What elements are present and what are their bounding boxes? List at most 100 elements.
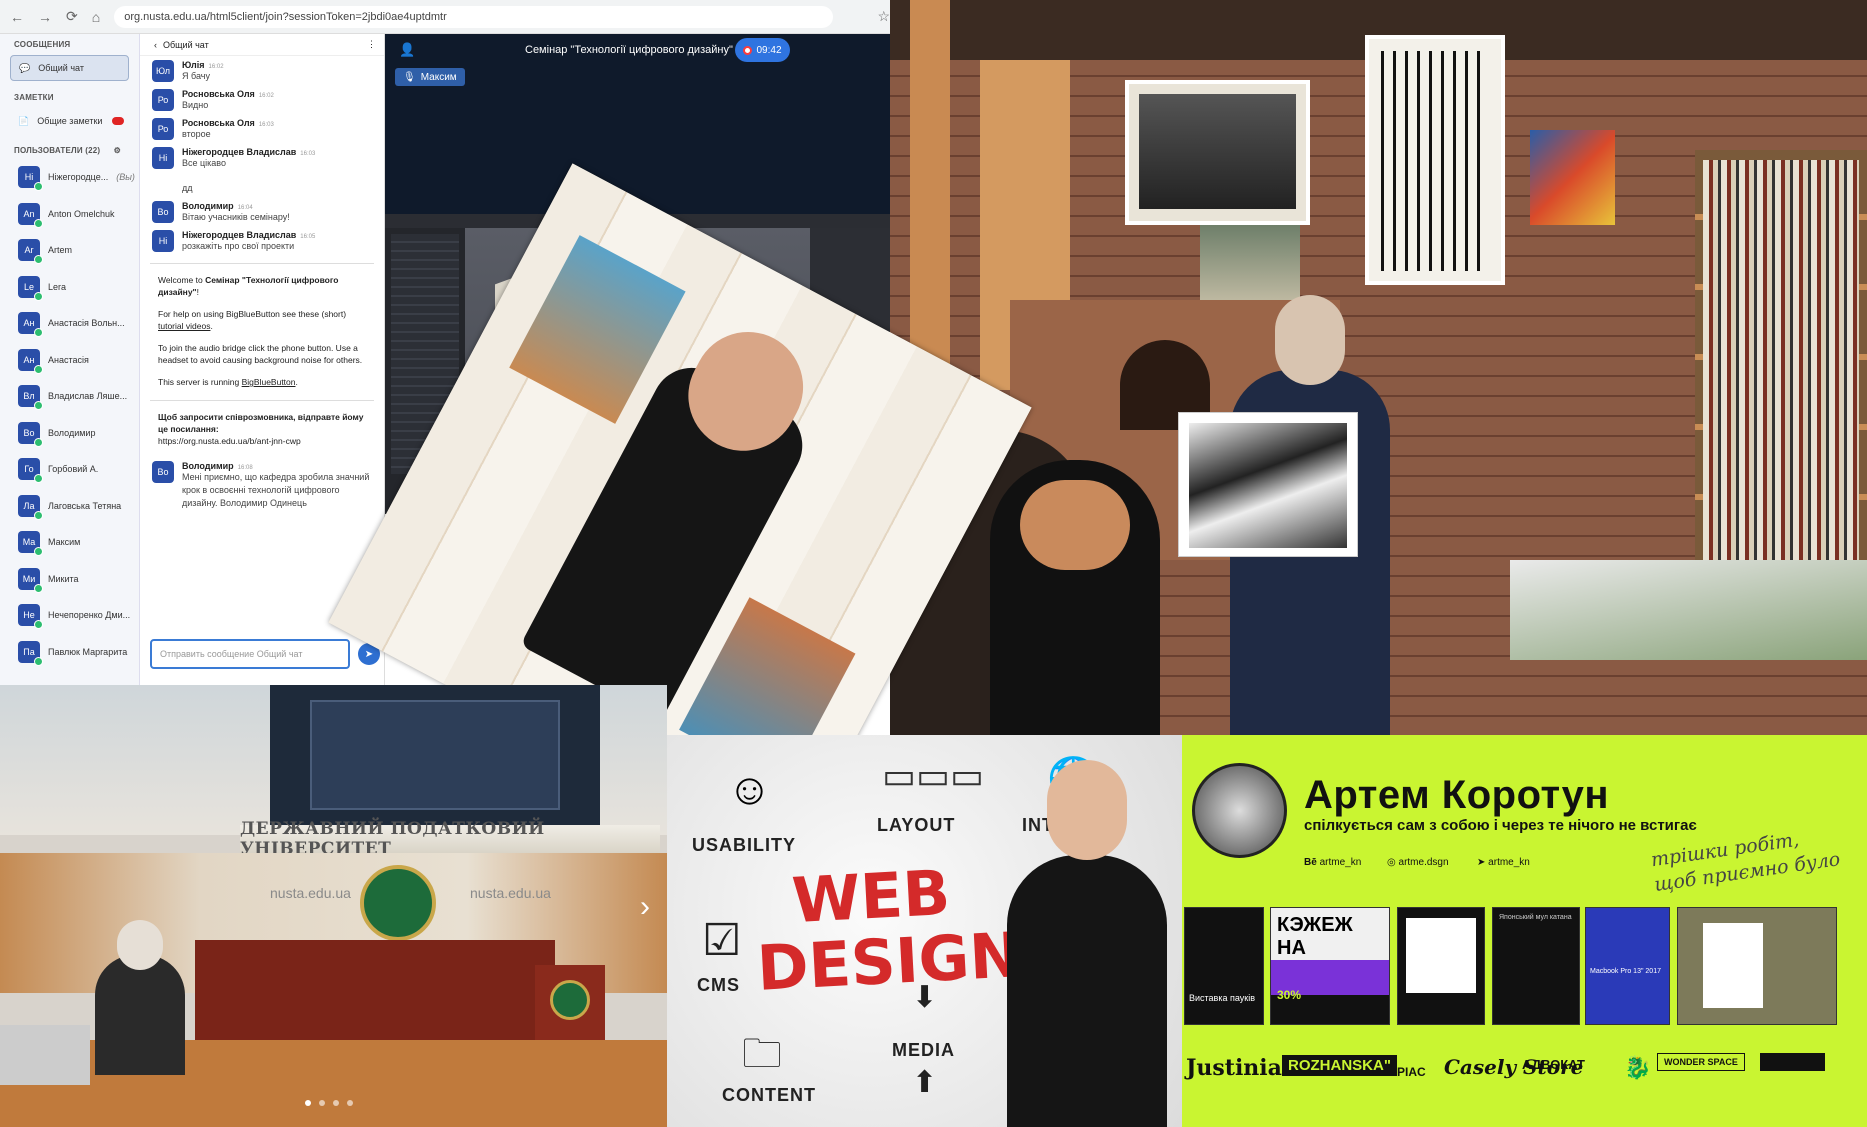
bbb-link[interactable]: BigBlueButton (242, 377, 296, 387)
address-bar[interactable]: org.nusta.edu.ua/html5client/join?sessio… (114, 5, 834, 28)
user-list-item[interactable]: Ні Ніжегородце... (Вы) (0, 159, 139, 196)
user-name: Анастасія (48, 354, 89, 365)
tile-promo: 30% (1277, 988, 1302, 1002)
presidium-table (195, 940, 555, 1050)
painting (1530, 130, 1615, 225)
auditorium-photo: ДЕРЖАВНИЙ ПОДАТКОВИЙ УНІВЕРСИТЕТ nusta.e… (0, 685, 667, 1127)
mic-icon: 🎙 (403, 71, 416, 83)
forward-icon[interactable]: → (38, 9, 52, 25)
user-list-item[interactable]: Во Володимир (0, 415, 139, 452)
tile-text: Macbook Pro 13" 2017 (1590, 968, 1661, 975)
user-list-item[interactable]: Ar Artem (0, 232, 139, 269)
user-name: Павлюк Маргарита (48, 646, 128, 657)
chat-header[interactable]: ‹ Общий чат ⋮ (140, 34, 384, 56)
sidebar-item-public-chat[interactable]: 💬 Общий чат (10, 55, 129, 81)
welcome-message: Welcome to Семінар "Технології цифрового… (150, 263, 374, 392)
instagram-handle: artme.dsgn (1398, 857, 1449, 868)
work-tile-macbook[interactable]: Macbook Pro 13" 2017 (1585, 907, 1670, 1025)
carousel-next-icon[interactable]: › (640, 890, 650, 924)
home-icon[interactable]: ⌂ (92, 9, 100, 25)
user-icon[interactable]: 👤 (399, 42, 415, 58)
work-tile-spiders[interactable]: Виставка пауків (1184, 907, 1264, 1025)
user-name: Анастасія Вольн... (48, 318, 125, 329)
user-list-item[interactable]: An Anton Omelchuk (0, 196, 139, 233)
projection-screen (270, 685, 600, 835)
avatar: Юл (152, 60, 174, 82)
avatar: Le (18, 275, 43, 301)
invite-text: Щоб запросити співрозмовника, відправте … (158, 412, 364, 434)
avatar: Во (152, 461, 174, 483)
designer-name: Артем Коротун (1304, 773, 1610, 817)
back-icon[interactable]: ← (10, 9, 24, 25)
tutorial-link[interactable]: tutorial videos (158, 321, 210, 331)
folder-icon: 🗀 (742, 1032, 782, 1076)
star-icon[interactable]: ☆ (877, 8, 890, 25)
notes-header: ЗАМЕТКИ (14, 93, 54, 102)
behance-handle: artme_kn (1319, 857, 1362, 868)
invite-link[interactable]: https://org.nusta.edu.ua/b/ant-jnn-cwp (158, 435, 370, 447)
user-name: Микита (48, 573, 79, 584)
welcome-suffix: ! (196, 287, 199, 297)
recording-timer[interactable]: 09:42 (735, 38, 790, 62)
telegram-link[interactable]: ➤ artme_kn (1477, 857, 1530, 868)
avatar: An (18, 202, 43, 228)
users-header: ПОЛЬЗОВАТЕЛИ (22) ⚙ (0, 140, 139, 159)
framed-ink-artwork (1365, 35, 1505, 285)
wall-text-left: nusta.edu.ua (270, 885, 351, 901)
message-author: Росновська Оля (182, 89, 255, 99)
logo-dark-studio (1760, 1053, 1825, 1071)
designer-tagline: спілкується сам з собою і через те нічог… (1304, 817, 1697, 834)
chevron-left-icon[interactable]: ‹ (154, 40, 157, 50)
user-list-item[interactable]: Го Горбовий А. (0, 451, 139, 488)
user-list-item[interactable]: Ла Лаговська Тетяна (0, 488, 139, 525)
message-author: Росновська Оля (182, 118, 255, 128)
avatar: Ні (152, 147, 174, 169)
user-name: Ніжегородце... (48, 172, 109, 183)
user-list-item[interactable]: Ми Микита (0, 561, 139, 598)
shared-notes-label: Общие заметки (37, 116, 103, 126)
university-emblem (360, 865, 436, 941)
held-photograph (1178, 412, 1358, 557)
sidebar-item-shared-notes[interactable]: 📄 Общие заметки (10, 108, 129, 134)
user-list-item[interactable]: Вл Владислав Ляше... (0, 378, 139, 415)
instagram-icon: ◎ (1387, 857, 1396, 868)
avatar: Ан (18, 348, 43, 374)
user-list-item[interactable]: Ан Анастасія (0, 342, 139, 379)
media-label: MEDIA (892, 1040, 955, 1060)
chat-message: Юл Юлія 16:02 Я бачу (140, 56, 384, 85)
logo-piac: PIAC (1397, 1065, 1426, 1079)
work-tile-blank[interactable] (1397, 907, 1485, 1025)
user-name: Владислав Ляше... (48, 391, 128, 402)
chat-message: дд (140, 172, 384, 197)
message-time: 16:02 (258, 93, 274, 99)
settings-icon[interactable]: ⚙ (114, 146, 121, 155)
avatar: Вл (18, 385, 43, 411)
record-icon (743, 45, 753, 55)
work-tile-katana[interactable]: Японський мул катана (1492, 907, 1580, 1025)
more-icon[interactable]: ⋮ (367, 39, 376, 50)
audio-text: To join the audio bridge click the phone… (158, 343, 363, 365)
web-design-poster: USABILITY LAYOUT INTERNET CMS CONTENT ME… (667, 735, 1182, 1127)
user-list-item[interactable]: Не Нечепоренко Дми... (0, 597, 139, 634)
message-text: Мені приємно, що кафедра зробила значний… (182, 472, 370, 508)
dragon-logo-icon: 🐉 (1624, 1055, 1652, 1080)
audience-member (990, 460, 1160, 735)
message-author: Ніжегородцев Владислав (182, 230, 297, 240)
avatar: Не (18, 604, 43, 630)
chat-message: Во Володимир 16:04 Вітаю учасників семінару… (140, 197, 384, 226)
user-list-item[interactable]: Ма Максим (0, 524, 139, 561)
user-name: Горбовий А. (48, 464, 99, 475)
work-tile-poster[interactable]: КЭЖЕЖ НА 30% (1270, 907, 1390, 1025)
behance-link[interactable]: Bē artme_kn (1304, 857, 1361, 868)
instagram-link[interactable]: ◎ artme.dsgn (1387, 857, 1449, 868)
chat-message-input[interactable]: Отправить сообщение Общий чат (150, 639, 350, 669)
user-name: Нечепоренко Дми... (48, 610, 131, 621)
work-tile-book[interactable] (1677, 907, 1837, 1025)
user-list-item[interactable]: Ан Анастасія Вольн... (0, 305, 139, 342)
chat-message: Ро Росновська Оля 16:02 Видно (140, 85, 384, 114)
usability-label: USABILITY (692, 835, 797, 855)
user-list-item[interactable]: Па Павлюк Маргарита (0, 634, 139, 671)
user-list-item[interactable]: Le Lera (0, 269, 139, 306)
reload-icon[interactable]: ⟳ (66, 8, 78, 25)
carousel-dots[interactable] (305, 1100, 353, 1106)
